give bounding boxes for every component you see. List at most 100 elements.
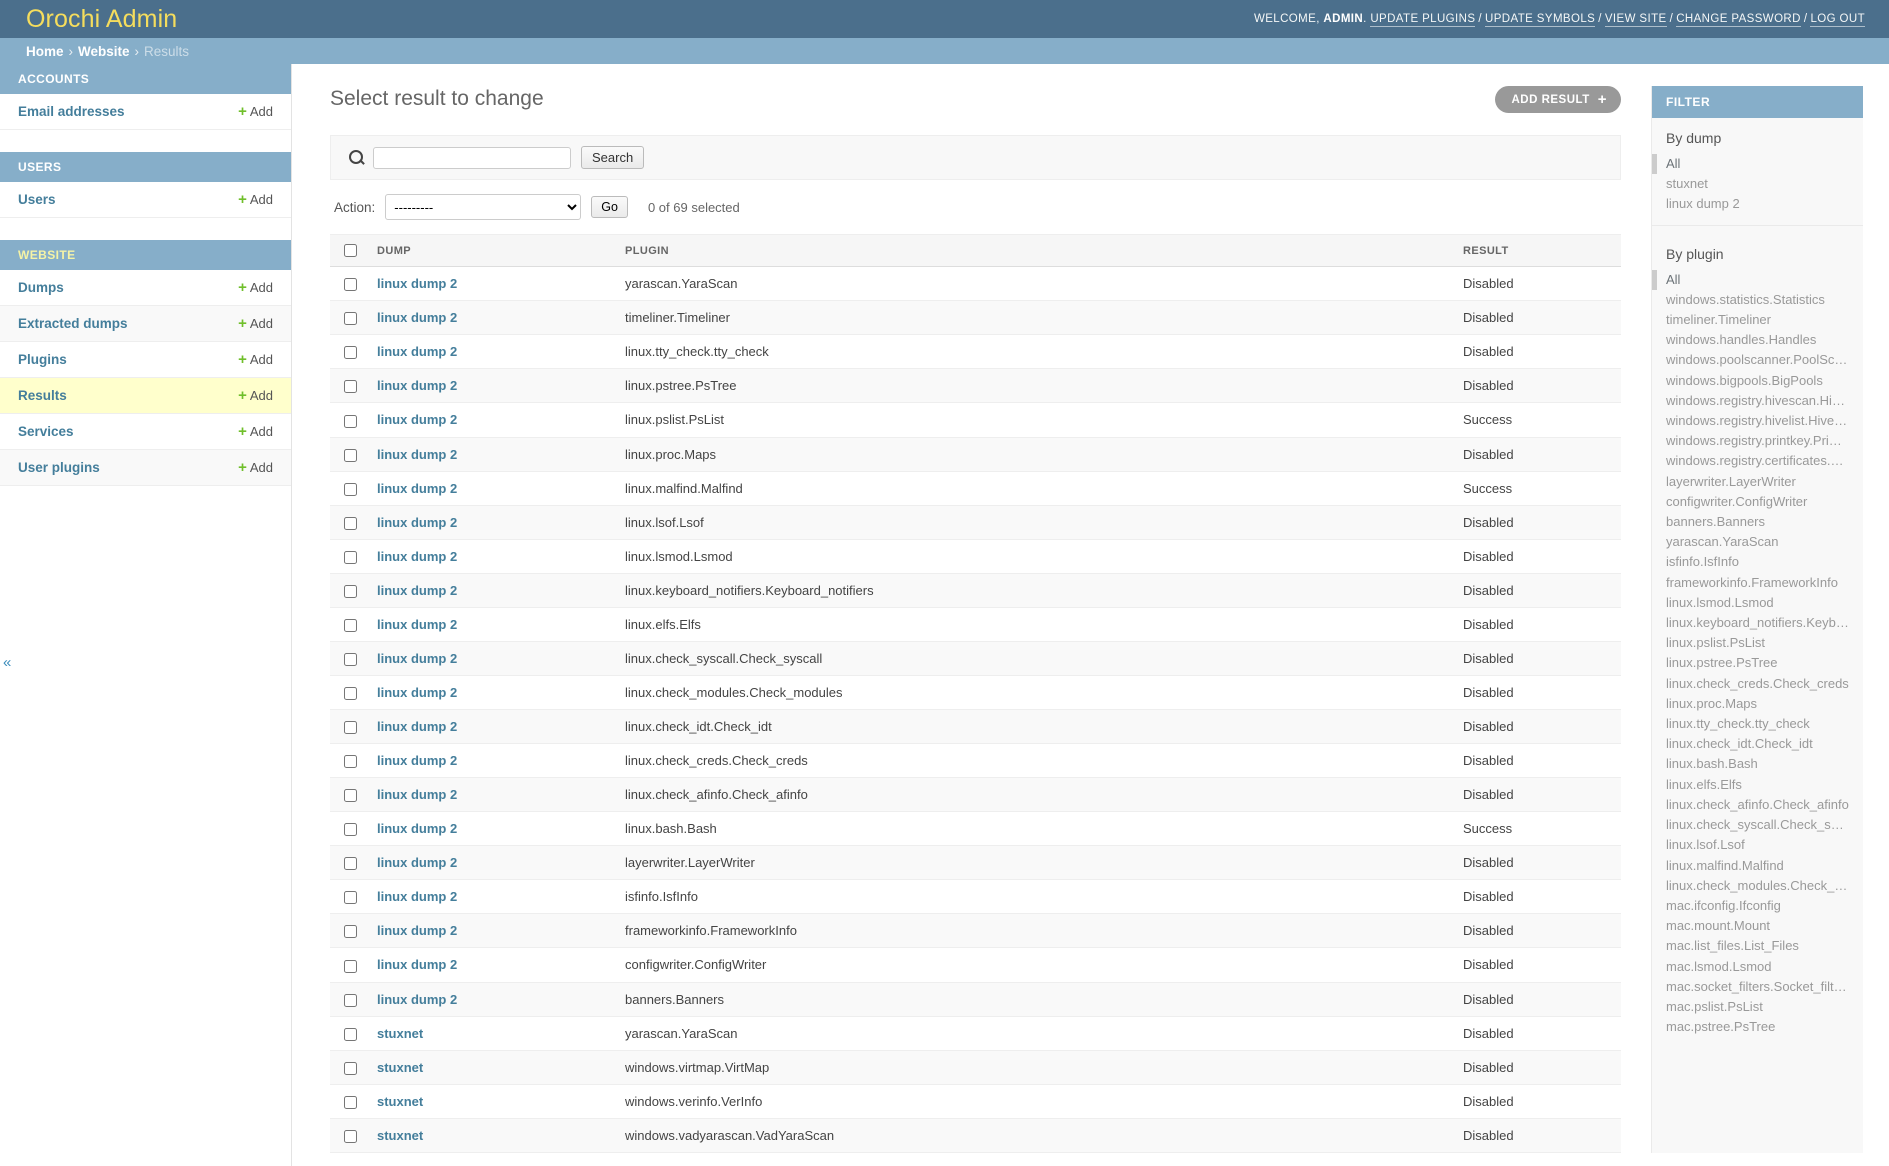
dump-link[interactable]: stuxnet	[377, 1128, 423, 1143]
sidebar-add-link[interactable]: + Add	[238, 387, 273, 404]
dump-link[interactable]: linux dump 2	[377, 651, 457, 666]
filter-option-link[interactable]: linux.tty_check.tty_check	[1666, 715, 1849, 733]
filter-option-link[interactable]: linux.bash.Bash	[1666, 755, 1849, 773]
row-checkbox[interactable]	[344, 857, 357, 871]
sidebar-item-users[interactable]: Users + Add	[0, 182, 291, 218]
row-checkbox[interactable]	[344, 789, 357, 803]
filter-option[interactable]: mac.ifconfig.Ifconfig	[1652, 896, 1863, 916]
filter-option[interactable]: isfinfo.IsfInfo	[1652, 552, 1863, 572]
filter-option[interactable]: timeliner.Timeliner	[1652, 310, 1863, 330]
row-checkbox[interactable]	[344, 312, 357, 326]
dump-link[interactable]: linux dump 2	[377, 719, 457, 734]
row-checkbox[interactable]	[344, 721, 357, 735]
dump-link[interactable]: linux dump 2	[377, 276, 457, 291]
filter-option-link[interactable]: layerwriter.LayerWriter	[1666, 473, 1849, 491]
row-checkbox[interactable]	[344, 652, 357, 666]
filter-option-link[interactable]: frameworkinfo.FrameworkInfo	[1666, 574, 1849, 592]
filter-option-link[interactable]: mac.list_files.List_Files	[1666, 937, 1849, 955]
filter-option[interactable]: windows.statistics.Statistics	[1652, 290, 1863, 310]
row-checkbox[interactable]	[344, 1061, 357, 1075]
dump-link[interactable]: linux dump 2	[377, 855, 457, 870]
filter-option[interactable]: linux.malfind.Malfind	[1652, 856, 1863, 876]
filter-option[interactable]: All	[1652, 269, 1863, 290]
log-out-link[interactable]: LOG OUT	[1810, 13, 1865, 27]
filter-option[interactable]: windows.registry.printkey.PrintKey	[1652, 431, 1863, 451]
filter-option-link[interactable]: linux.pslist.PsList	[1666, 634, 1849, 652]
filter-option-link[interactable]: windows.statistics.Statistics	[1666, 291, 1849, 309]
filter-option-link[interactable]: linux.check_modules.Check_modu…	[1666, 877, 1849, 895]
filter-option[interactable]: windows.registry.certificates.Certi…	[1652, 451, 1863, 471]
dump-link[interactable]: linux dump 2	[377, 412, 457, 427]
filter-option-link[interactable]: windows.registry.hivelist.HiveList	[1666, 412, 1849, 430]
filter-option-link[interactable]: mac.pstree.PsTree	[1666, 1018, 1849, 1036]
search-button[interactable]: Search	[581, 146, 645, 170]
column-header-result[interactable]: RESULT	[1453, 234, 1621, 268]
filter-option[interactable]: mac.pslist.PsList	[1652, 997, 1863, 1017]
row-checkbox[interactable]	[344, 993, 357, 1007]
filter-option-link[interactable]: windows.poolscanner.PoolScanner	[1666, 351, 1849, 369]
row-checkbox[interactable]	[344, 278, 357, 292]
filter-option-link[interactable]: windows.registry.certificates.Certi…	[1666, 452, 1849, 470]
filter-option-link[interactable]: linux.check_afinfo.Check_afinfo	[1666, 796, 1849, 814]
action-select[interactable]: ---------	[385, 194, 582, 221]
site-title[interactable]: Orochi Admin	[26, 6, 177, 32]
nav-module-caption[interactable]: ACCOUNTS	[0, 64, 291, 94]
dump-link[interactable]: linux dump 2	[377, 821, 457, 836]
filter-option[interactable]: windows.poolscanner.PoolScanner	[1652, 350, 1863, 370]
row-checkbox[interactable]	[344, 482, 357, 496]
filter-option-link[interactable]: mac.ifconfig.Ifconfig	[1666, 897, 1849, 915]
sidebar-item-label[interactable]: Email addresses	[18, 104, 238, 119]
filter-option[interactable]: layerwriter.LayerWriter	[1652, 472, 1863, 492]
filter-option-link[interactable]: All	[1666, 155, 1849, 173]
add-result-button[interactable]: ADD RESULT +	[1495, 86, 1621, 113]
sidebar-add-link[interactable]: + Add	[238, 103, 273, 120]
row-checkbox[interactable]	[344, 823, 357, 837]
filter-option[interactable]: linux.lsof.Lsof	[1652, 835, 1863, 855]
sidebar-item-label[interactable]: Extracted dumps	[18, 316, 238, 331]
filter-option[interactable]: All	[1652, 154, 1863, 175]
select-all-checkbox[interactable]	[344, 244, 357, 258]
filter-option[interactable]: linux dump 2	[1652, 194, 1863, 214]
filter-option-link[interactable]: banners.Banners	[1666, 513, 1849, 531]
row-checkbox[interactable]	[344, 925, 357, 939]
sidebar-item-services[interactable]: Services + Add	[0, 414, 291, 450]
row-checkbox[interactable]	[344, 755, 357, 769]
row-checkbox[interactable]	[344, 346, 357, 360]
search-input[interactable]	[373, 146, 571, 169]
sidebar-item-label[interactable]: Services	[18, 424, 238, 439]
sidebar-item-label[interactable]: Plugins	[18, 352, 238, 367]
filter-option[interactable]: mac.socket_filters.Socket_filters	[1652, 977, 1863, 997]
filter-option[interactable]: stuxnet	[1652, 174, 1863, 194]
sidebar-item-label[interactable]: User plugins	[18, 460, 238, 475]
filter-option[interactable]: mac.pstree.PsTree	[1652, 1017, 1863, 1037]
row-checkbox[interactable]	[344, 584, 357, 598]
change-password-link[interactable]: CHANGE PASSWORD	[1676, 13, 1801, 27]
filter-option[interactable]: linux.tty_check.tty_check	[1652, 714, 1863, 734]
sidebar-item-user-plugins[interactable]: User plugins + Add	[0, 450, 291, 486]
filter-option[interactable]: yarascan.YaraScan	[1652, 532, 1863, 552]
view-site-link[interactable]: VIEW SITE	[1604, 13, 1667, 27]
filter-option-link[interactable]: windows.handles.Handles	[1666, 331, 1849, 349]
update-plugins-link[interactable]: UPDATE PLUGINS	[1370, 13, 1476, 27]
sidebar-add-link[interactable]: + Add	[238, 191, 273, 208]
filter-option[interactable]: linux.check_creds.Check_creds	[1652, 674, 1863, 694]
sidebar-add-link[interactable]: + Add	[238, 351, 273, 368]
row-checkbox[interactable]	[344, 959, 357, 973]
filter-option[interactable]: configwriter.ConfigWriter	[1652, 492, 1863, 512]
filter-option-link[interactable]: linux.pstree.PsTree	[1666, 654, 1849, 672]
filter-option-link[interactable]: linux dump 2	[1666, 195, 1849, 213]
filter-option[interactable]: frameworkinfo.FrameworkInfo	[1652, 573, 1863, 593]
sidebar-add-link[interactable]: + Add	[238, 315, 273, 332]
dump-link[interactable]: linux dump 2	[377, 923, 457, 938]
filter-option-link[interactable]: windows.registry.hivescan.HiveScan	[1666, 392, 1849, 410]
dump-link[interactable]: linux dump 2	[377, 378, 457, 393]
sidebar-item-results[interactable]: Results + Add	[0, 378, 291, 414]
filter-option[interactable]: linux.check_syscall.Check_syscall	[1652, 815, 1863, 835]
dump-link[interactable]: stuxnet	[377, 1094, 423, 1109]
dump-link[interactable]: linux dump 2	[377, 617, 457, 632]
row-checkbox[interactable]	[344, 618, 357, 632]
sidebar-item-label[interactable]: Results	[18, 388, 238, 403]
dump-link[interactable]: linux dump 2	[377, 344, 457, 359]
sidebar-add-link[interactable]: + Add	[238, 459, 273, 476]
filter-option-link[interactable]: linux.check_idt.Check_idt	[1666, 735, 1849, 753]
